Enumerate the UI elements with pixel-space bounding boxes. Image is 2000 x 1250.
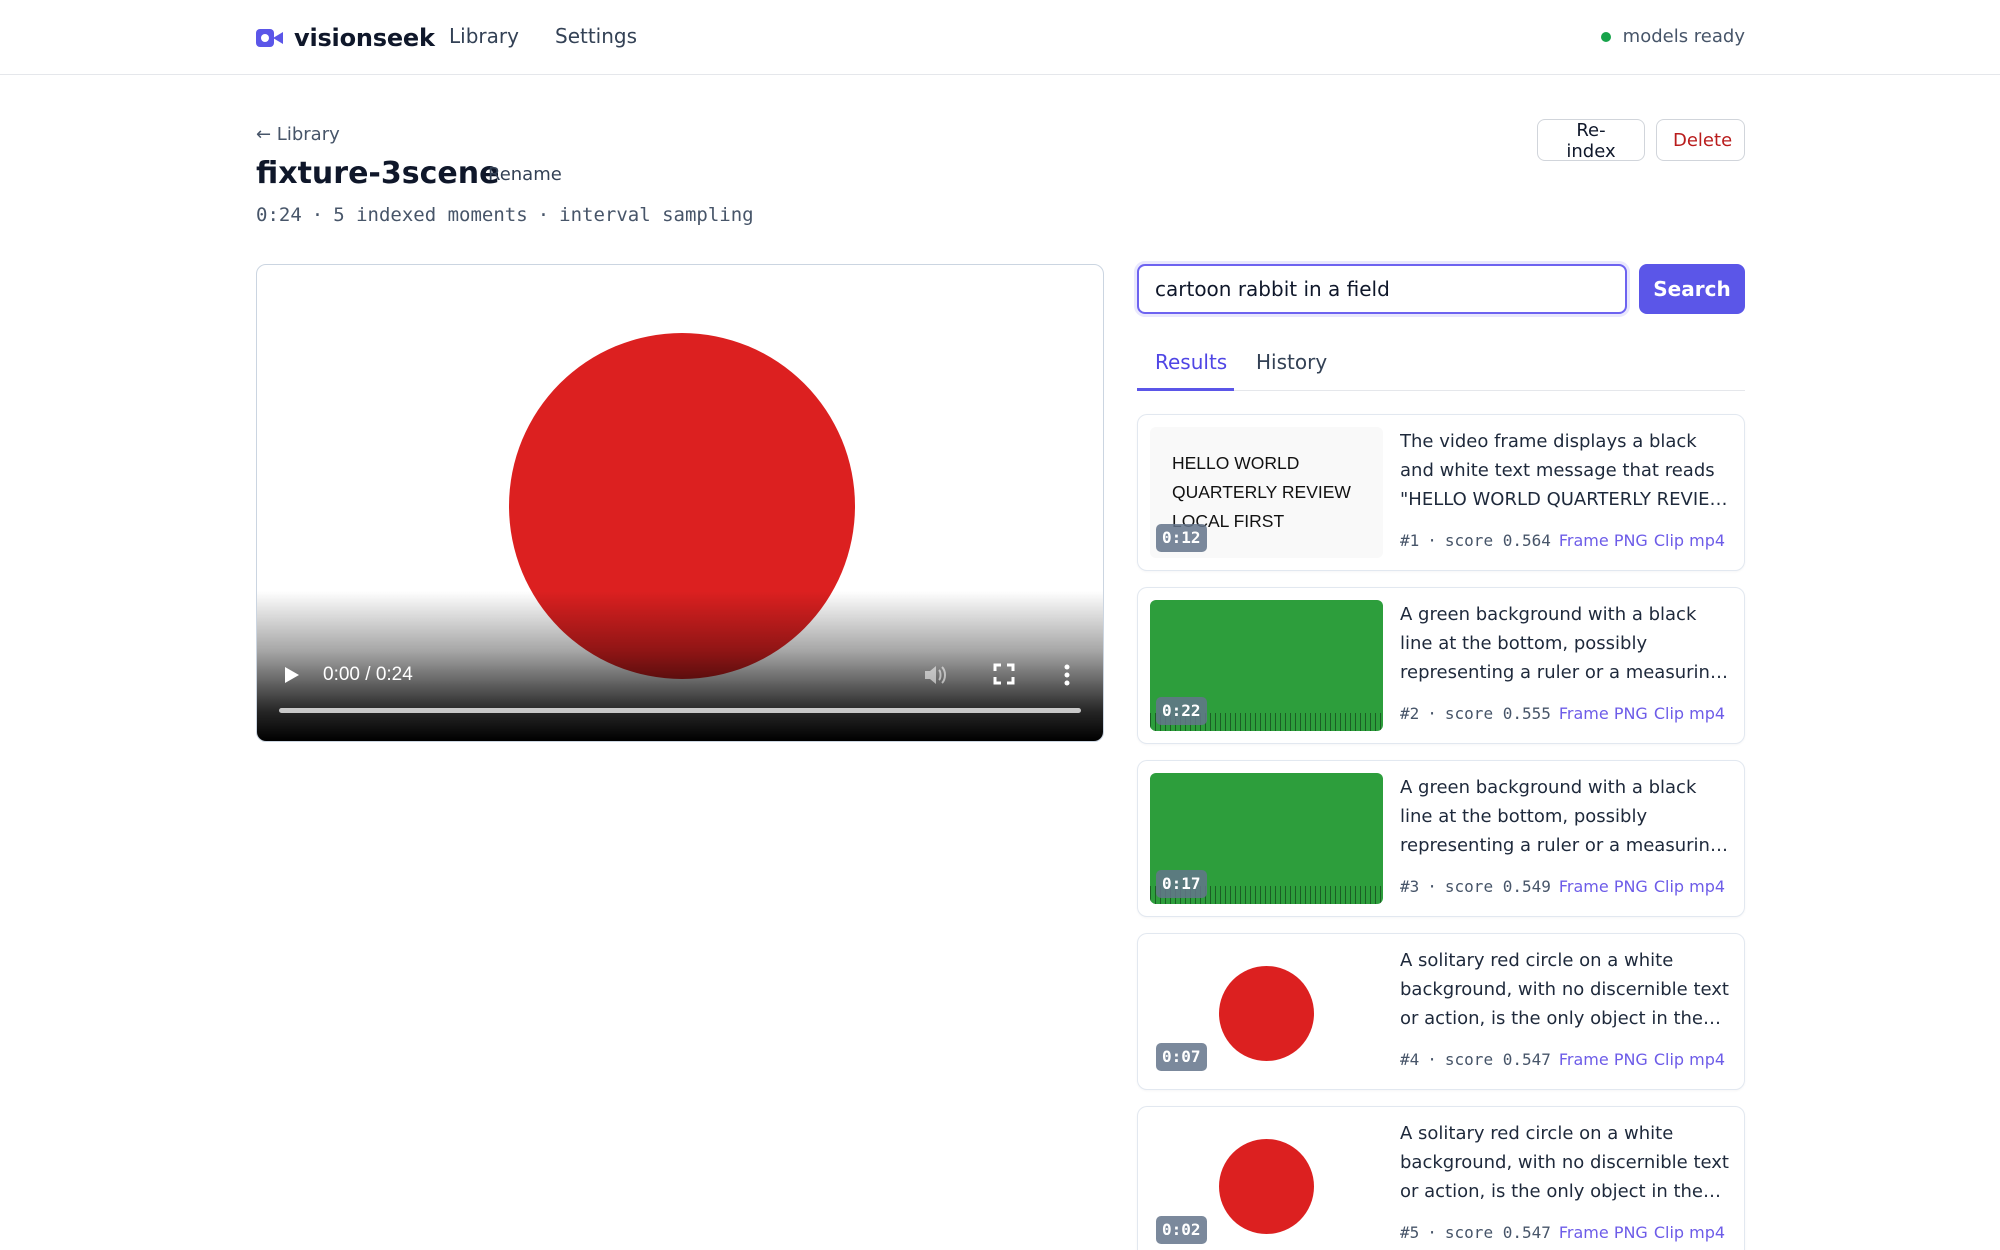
result-rank: #5: [1400, 1223, 1420, 1242]
reindex-button[interactable]: Re-index: [1537, 119, 1645, 162]
result-rank: #2: [1400, 704, 1420, 723]
result-card[interactable]: 0:17 A green background with a black lin…: [1137, 760, 1745, 917]
progress-bar[interactable]: [279, 708, 1081, 713]
play-icon[interactable]: [283, 665, 303, 685]
clip-mp4-link[interactable]: Clip mp4: [1654, 1223, 1725, 1242]
frame-png-link[interactable]: Frame PNG: [1559, 877, 1648, 896]
indexed-moments-count: 5 indexed moments: [333, 204, 528, 226]
result-description: A green background with a black line at …: [1400, 777, 1722, 856]
result-meta: #2 · score 0.555 Frame PNG Clip mp4: [1400, 704, 1726, 723]
result-meta: #1 · score 0.564 Frame PNG Clip mp4: [1400, 531, 1726, 550]
clip-mp4-link[interactable]: Clip mp4: [1654, 1050, 1725, 1069]
meta-separator: ·: [537, 204, 550, 226]
nav-library[interactable]: Library: [449, 24, 519, 48]
search-button[interactable]: Search: [1639, 264, 1745, 314]
result-score: score 0.555: [1444, 704, 1551, 723]
brand-name: visionseek: [294, 24, 435, 52]
result-thumbnail[interactable]: 0:07: [1150, 946, 1383, 1077]
timestamp-badge: 0:12: [1156, 524, 1207, 552]
result-rank: #4: [1400, 1050, 1420, 1069]
result-rank: #1: [1400, 531, 1420, 550]
tab-history[interactable]: History: [1256, 350, 1327, 388]
result-thumbnail[interactable]: HELLO WORLD QUARTERLY REVIEW LOCAL FIRST…: [1150, 427, 1383, 558]
result-card[interactable]: 0:02 A solitary red circle on a white ba…: [1137, 1106, 1745, 1250]
fullscreen-icon[interactable]: [993, 663, 1015, 685]
video-camera-icon: [256, 29, 283, 47]
result-description: A green background with a black line at …: [1400, 604, 1722, 683]
result-score: score 0.547: [1444, 1050, 1551, 1069]
clip-mp4-link[interactable]: Clip mp4: [1654, 877, 1725, 896]
result-score: score 0.547: [1444, 1223, 1551, 1242]
more-icon[interactable]: [1057, 663, 1077, 687]
page-title: fixture-3scene: [256, 156, 500, 191]
result-rank: #3: [1400, 877, 1420, 896]
back-to-library-link[interactable]: ← Library: [256, 124, 340, 145]
video-duration: 0:24: [256, 204, 302, 226]
frame-png-link[interactable]: Frame PNG: [1559, 531, 1648, 550]
status-dot-icon: [1600, 31, 1611, 42]
thumbnail-text: HELLO WORLD QUARTERLY REVIEW LOCAL FIRST: [1172, 453, 1351, 531]
clip-mp4-link[interactable]: Clip mp4: [1654, 531, 1725, 550]
meta-separator: ·: [311, 204, 324, 226]
result-description: The video frame displays a black and whi…: [1400, 431, 1728, 510]
result-meta: #4 · score 0.547 Frame PNG Clip mp4: [1400, 1050, 1726, 1069]
clip-mp4-link[interactable]: Clip mp4: [1654, 704, 1725, 723]
brand[interactable]: visionseek: [256, 20, 435, 56]
result-score: score 0.549: [1444, 877, 1551, 896]
result-card[interactable]: 0:22 A green background with a black lin…: [1137, 587, 1745, 744]
timestamp-badge: 0:17: [1156, 870, 1207, 898]
result-description: A solitary red circle on a white backgro…: [1400, 950, 1729, 1029]
result-description: A solitary red circle on a white backgro…: [1400, 1123, 1729, 1202]
thumbnail-red-circle: [1219, 966, 1314, 1061]
active-tab-indicator: [1137, 388, 1234, 391]
status-text: models ready: [1622, 26, 1745, 47]
result-thumbnail[interactable]: 0:02: [1150, 1119, 1383, 1250]
frame-png-link[interactable]: Frame PNG: [1559, 1223, 1648, 1242]
models-status: models ready: [1600, 26, 1745, 47]
volume-icon[interactable]: [923, 664, 949, 686]
sampling-mode: interval sampling: [559, 204, 754, 226]
video-meta: 0:24 · 5 indexed moments · interval sampling: [256, 204, 754, 226]
playback-time: 0:00 / 0:24: [323, 664, 413, 685]
result-card[interactable]: 0:07 A solitary red circle on a white ba…: [1137, 933, 1745, 1090]
frame-png-link[interactable]: Frame PNG: [1559, 1050, 1648, 1069]
timestamp-badge: 0:22: [1156, 697, 1207, 725]
results-tabs: Results History: [1137, 336, 1745, 391]
nav-settings[interactable]: Settings: [555, 24, 637, 48]
result-meta: #5 · score 0.547 Frame PNG Clip mp4: [1400, 1223, 1726, 1242]
result-card[interactable]: HELLO WORLD QUARTERLY REVIEW LOCAL FIRST…: [1137, 414, 1745, 571]
top-nav-bar: visionseek Library Settings models ready: [0, 0, 2000, 75]
search-input[interactable]: [1137, 264, 1627, 314]
result-thumbnail[interactable]: 0:17: [1150, 773, 1383, 904]
timestamp-badge: 0:07: [1156, 1043, 1207, 1071]
result-meta: #3 · score 0.549 Frame PNG Clip mp4: [1400, 877, 1726, 896]
timestamp-badge: 0:02: [1156, 1216, 1207, 1244]
result-score: score 0.564: [1444, 531, 1551, 550]
tab-results[interactable]: Results: [1155, 350, 1227, 388]
result-thumbnail[interactable]: 0:22: [1150, 600, 1383, 731]
rename-button[interactable]: Rename: [488, 164, 562, 185]
thumbnail-red-circle: [1219, 1139, 1314, 1234]
frame-png-link[interactable]: Frame PNG: [1559, 704, 1648, 723]
delete-button[interactable]: Delete: [1656, 119, 1745, 161]
video-player[interactable]: 0:00 / 0:24: [256, 264, 1104, 742]
